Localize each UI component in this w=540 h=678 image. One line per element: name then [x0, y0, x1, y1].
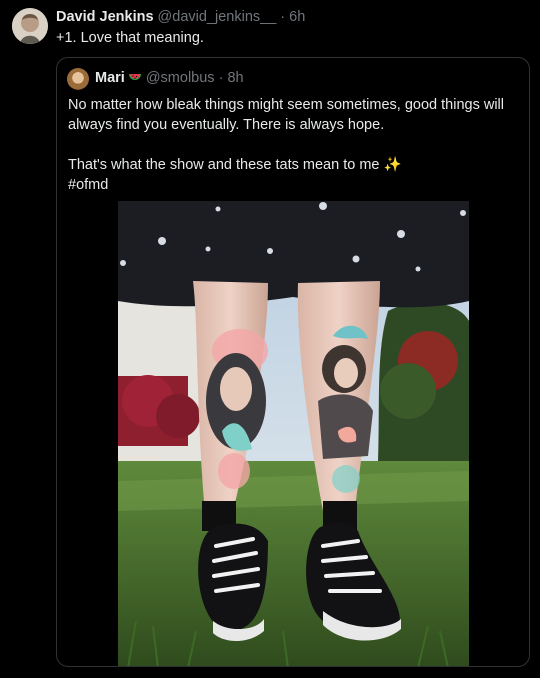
- quoted-text-line2: That's what the show and these tats mean…: [68, 155, 518, 175]
- reply-timestamp[interactable]: 6h: [289, 9, 305, 25]
- quoted-separator: ·: [218, 70, 224, 86]
- quoted-author-handle[interactable]: @smolbus: [146, 70, 215, 86]
- reply-author-handle[interactable]: @david_jenkins__: [158, 9, 277, 25]
- reply-author-avatar[interactable]: [12, 8, 48, 44]
- quoted-author-avatar[interactable]: [67, 68, 89, 90]
- tattoo-photo[interactable]: [118, 201, 469, 666]
- quoted-tweet-text: No matter how bleak things might seem so…: [68, 95, 518, 195]
- watermelon-icon: [128, 72, 142, 88]
- reply-separator: ·: [280, 9, 286, 25]
- quoted-author-name[interactable]: Mari: [95, 70, 125, 86]
- quoted-tweet-card[interactable]: Mari @smolbus · 8h No matter how bleak th…: [56, 57, 530, 667]
- quoted-text-line1: No matter how bleak things might seem so…: [68, 97, 504, 133]
- hashtag-link[interactable]: #ofmd: [68, 175, 518, 195]
- reply-author-name[interactable]: David Jenkins: [56, 9, 154, 25]
- reply-text: +1. Love that meaning.: [56, 30, 204, 46]
- quoted-header: Mari @smolbus · 8h: [95, 70, 244, 88]
- reply-header: David Jenkins @david_jenkins__ · 6h: [56, 9, 305, 25]
- sparkles-icon: ✨: [383, 157, 402, 173]
- quoted-timestamp[interactable]: 8h: [227, 70, 243, 86]
- quoted-text-line2-body: That's what the show and these tats mean…: [68, 157, 380, 173]
